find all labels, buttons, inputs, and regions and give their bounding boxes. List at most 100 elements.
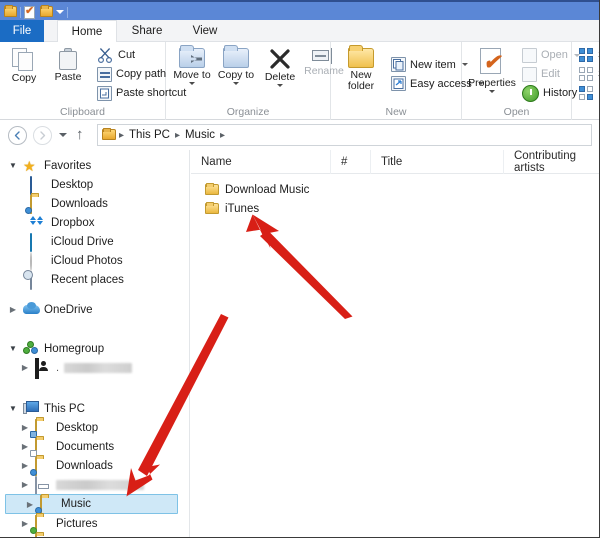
documents-folder-icon bbox=[30, 437, 51, 457]
folder-icon[interactable] bbox=[40, 4, 53, 19]
toolbar-divider bbox=[67, 6, 68, 18]
chevron-expanded-icon[interactable]: ▼ bbox=[8, 161, 18, 170]
tab-home[interactable]: Home bbox=[57, 20, 117, 43]
sidebar-item-dropbox[interactable]: Dropbox bbox=[0, 213, 189, 232]
sidebar-label-homegroup: Homegroup bbox=[44, 342, 105, 355]
paste-button[interactable]: Paste bbox=[46, 45, 90, 103]
chevron-down-icon[interactable] bbox=[489, 90, 495, 93]
sidebar-item-downloads-pc[interactable]: ▶ Downloads bbox=[0, 456, 189, 476]
new-folder-button[interactable]: New folder bbox=[337, 45, 385, 103]
properties-button[interactable]: ✔ Properties bbox=[466, 45, 518, 103]
breadcrumb-separator: ▸ bbox=[119, 129, 125, 141]
tab-share[interactable]: Share bbox=[117, 20, 177, 42]
column-header-track-number[interactable]: # bbox=[331, 149, 371, 174]
ribbon-group-open: ✔ Properties Open Edit History Open bbox=[462, 42, 580, 120]
sidebar-item-homegroup-user[interactable]: ▶ . bbox=[0, 357, 189, 379]
sidebar-item-icloud-drive[interactable]: iCloud Drive bbox=[0, 232, 189, 252]
chevron-expanded-icon[interactable]: ▼ bbox=[8, 344, 18, 353]
invert-selection-button[interactable]: In bbox=[579, 85, 599, 102]
properties-icon: ✔ bbox=[480, 48, 504, 76]
group-label-clipboard: Clipboard bbox=[60, 106, 105, 118]
breadcrumb-item-music[interactable]: Music bbox=[182, 129, 218, 141]
up-one-level-button[interactable]: ↑ bbox=[76, 127, 84, 143]
select-none-icon bbox=[579, 66, 594, 82]
dropbox-icon bbox=[30, 215, 46, 231]
sidebar-item-label: Downloads bbox=[51, 197, 108, 210]
column-header-contributing-artists[interactable]: Contributing artists bbox=[504, 150, 599, 174]
delete-button[interactable]: Delete bbox=[258, 45, 302, 103]
file-list-pane[interactable]: Name # Title Contributing artists Downlo… bbox=[191, 149, 599, 537]
chevron-collapsed-icon[interactable]: ▶ bbox=[20, 461, 30, 470]
sidebar-item-desktop[interactable]: Desktop bbox=[0, 175, 189, 195]
folder-icon[interactable] bbox=[4, 4, 17, 19]
copy-to-button[interactable]: Copy to bbox=[214, 45, 258, 103]
drive-icon bbox=[35, 475, 51, 495]
sidebar-item-pictures[interactable]: ▶ Pictures bbox=[0, 514, 189, 534]
desktop-monitor-icon bbox=[30, 175, 46, 195]
pictures-folder-icon bbox=[30, 514, 51, 534]
list-item[interactable]: Download Music bbox=[191, 180, 599, 199]
back-button[interactable] bbox=[8, 126, 27, 145]
list-item-label: Download Music bbox=[225, 183, 310, 196]
this-pc-icon bbox=[23, 400, 39, 417]
breadcrumb-separator[interactable]: ▸ bbox=[220, 130, 225, 141]
sidebar-item-music[interactable]: ▶ Music bbox=[5, 494, 178, 514]
forward-button[interactable] bbox=[33, 126, 52, 145]
sidebar-label-onedrive: OneDrive bbox=[44, 303, 93, 316]
navigation-pane[interactable]: ▼ ★ Favorites Desktop Downloads Dropbox … bbox=[0, 150, 190, 537]
breadcrumb-item-this-pc[interactable]: This PC bbox=[126, 129, 173, 141]
sidebar-item-downloads[interactable]: Downloads bbox=[0, 194, 189, 214]
folder-icon bbox=[205, 201, 219, 214]
redacted-username bbox=[64, 362, 133, 373]
quick-access-toolbar[interactable] bbox=[4, 3, 68, 21]
open-label: Open bbox=[541, 49, 568, 61]
properties-checkmark-icon[interactable] bbox=[24, 5, 37, 19]
chevron-down-icon[interactable] bbox=[277, 84, 283, 87]
recent-locations-dropdown-icon[interactable] bbox=[59, 133, 67, 137]
copy-label: Copy bbox=[11, 72, 37, 84]
chevron-collapsed-icon[interactable]: ▶ bbox=[20, 480, 30, 489]
chevron-expanded-icon[interactable]: ▼ bbox=[8, 404, 18, 413]
delete-icon bbox=[269, 48, 291, 70]
move-to-button[interactable]: Move to bbox=[170, 45, 214, 103]
cut-icon bbox=[97, 47, 114, 64]
column-header-name[interactable]: Name bbox=[191, 149, 331, 174]
icloud-photos-icon bbox=[30, 251, 46, 271]
ribbon: Copy Paste Cut Copy path Paste shortcut … bbox=[0, 42, 599, 120]
sidebar-item-documents[interactable]: ▶ Documents bbox=[0, 437, 189, 457]
sidebar-section-this-pc[interactable]: ▼ This PC bbox=[0, 399, 189, 418]
sidebar-item-icloud-photos[interactable]: iCloud Photos bbox=[0, 251, 189, 271]
copy-button[interactable]: Copy bbox=[2, 45, 46, 103]
list-item[interactable]: iTunes bbox=[191, 199, 599, 218]
sidebar-item-recent-places[interactable]: Recent places bbox=[0, 270, 189, 290]
breadcrumb-separator[interactable]: ▸ bbox=[175, 130, 180, 141]
sidebar-item-desktop-pc[interactable]: ▶ Desktop bbox=[0, 418, 189, 438]
chevron-collapsed-icon[interactable]: ▶ bbox=[20, 363, 30, 372]
chevron-down-icon[interactable] bbox=[189, 82, 195, 85]
select-none-button[interactable]: S bbox=[579, 66, 599, 83]
chevron-collapsed-icon[interactable]: ▶ bbox=[25, 500, 35, 509]
sidebar-section-homegroup[interactable]: ▼ Homegroup bbox=[0, 339, 189, 358]
paste-shortcut-icon bbox=[97, 85, 112, 101]
sidebar-section-favorites[interactable]: ▼ ★ Favorites bbox=[0, 156, 189, 175]
new-folder-label: New folder bbox=[347, 69, 375, 92]
chevron-collapsed-icon[interactable]: ▶ bbox=[8, 305, 18, 314]
sidebar-item-redacted-drive[interactable]: ▶ bbox=[0, 475, 189, 495]
redacted-dot: . bbox=[56, 361, 60, 374]
tab-view[interactable]: View bbox=[177, 20, 233, 42]
chevron-collapsed-icon[interactable]: ▶ bbox=[20, 423, 30, 432]
copy-to-icon bbox=[223, 45, 249, 68]
chevron-collapsed-icon[interactable]: ▶ bbox=[20, 519, 30, 528]
select-all-button[interactable]: S bbox=[579, 47, 599, 64]
star-icon: ★ bbox=[23, 157, 36, 174]
breadcrumb[interactable]: ▸ This PC ▸ Music ▸ bbox=[97, 124, 592, 146]
column-header-title[interactable]: Title bbox=[371, 149, 504, 174]
sidebar-item-label: Documents bbox=[56, 440, 115, 453]
chevron-down-icon[interactable] bbox=[233, 82, 239, 85]
group-label-new: New bbox=[385, 106, 407, 118]
chevron-collapsed-icon[interactable]: ▶ bbox=[20, 442, 30, 451]
tab-file[interactable]: File bbox=[0, 20, 44, 42]
sidebar-item-videos[interactable]: ▶ Videos bbox=[0, 533, 189, 537]
customize-dropdown-icon[interactable] bbox=[56, 10, 64, 14]
sidebar-section-onedrive[interactable]: ▶ OneDrive bbox=[0, 300, 189, 319]
